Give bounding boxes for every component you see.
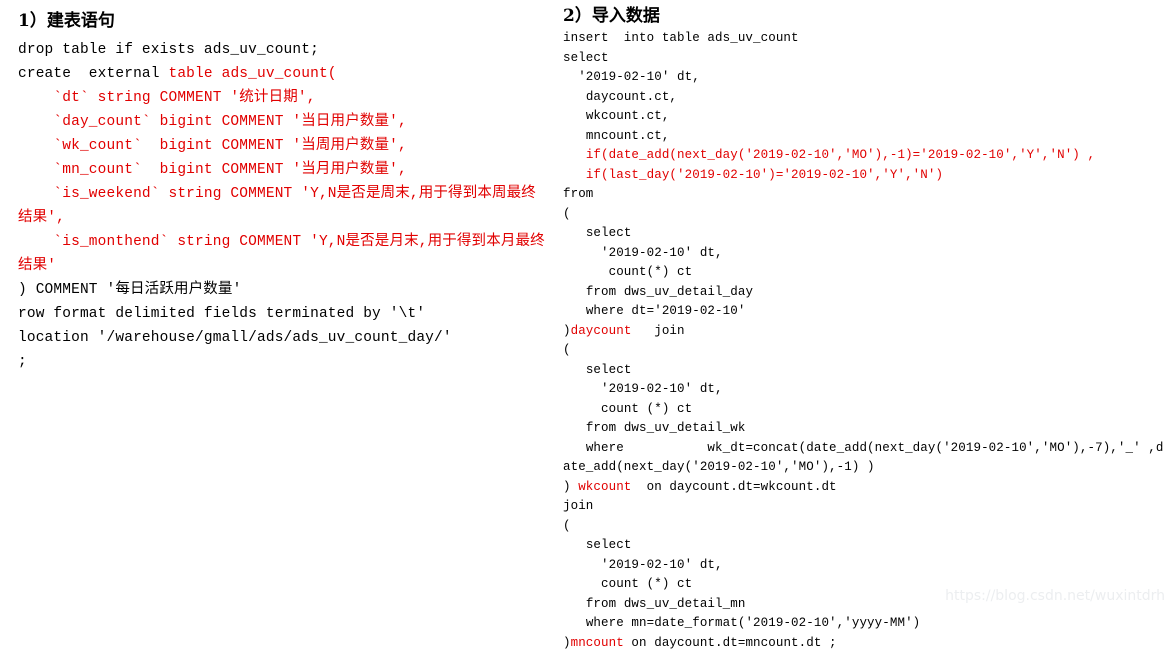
code-token-highlight: daycount [571,324,632,338]
code-token: on daycount.dt=wkcount.dt [631,480,836,494]
code-line: count (*) ct [563,400,1167,420]
code-line: where dt='2019-02-10' [563,302,1167,322]
insert-data-code-block: insert into table ads_uv_countselect '20… [560,29,1171,653]
code-line: `day_count` bigint COMMENT '当日用户数量', [18,110,549,134]
code-line: from [563,185,1167,205]
code-token: ( [563,207,571,221]
code-token-highlight: `dt` string COMMENT '统计日期', [18,90,316,106]
code-token: '2019-02-10' dt, [563,70,700,84]
code-token-highlight: `is_weekend` string COMMENT 'Y,N是否是周末,用于… [18,186,536,226]
code-token: where mn=date_format('2019-02-10','yyyy-… [563,616,920,630]
code-line: if(date_add(next_day('2019-02-10','MO'),… [563,146,1167,166]
code-line: where wk_dt=concat(date_add(next_day('20… [563,439,1167,478]
code-line: select [563,49,1167,69]
code-line: ( [563,205,1167,225]
code-token-highlight: wkcount [578,480,631,494]
code-token-highlight: `wk_count` bigint COMMENT '当周用户数量', [18,138,407,154]
code-comparison-page: 1）建表语句 drop table if exists ads_uv_count… [0,0,1171,609]
code-line: `is_weekend` string COMMENT 'Y,N是否是周末,用于… [18,182,549,230]
code-line: drop table if exists ads_uv_count; [18,38,549,62]
right-column: 2）导入数据 insert into table ads_uv_countsel… [560,0,1171,653]
code-token: ) [563,324,571,338]
code-token: ) [563,636,571,650]
code-line: ( [563,341,1167,361]
code-token: count (*) ct [563,577,692,591]
code-line: '2019-02-10' dt, [563,68,1167,88]
code-line: create external table ads_uv_count( [18,62,549,86]
code-token: create external [18,66,168,82]
code-token: ) COMMENT '每日活跃用户数量' [18,282,241,298]
code-line: )daycount join [563,322,1167,342]
code-line: `is_monthend` string COMMENT 'Y,N是否是月末,用… [18,230,549,278]
code-token: ; [18,354,27,370]
code-token: select [563,51,609,65]
code-token-highlight: `mn_count` bigint COMMENT '当月用户数量', [18,162,407,178]
code-token: ( [563,519,571,533]
code-line: row format delimited fields terminated b… [18,302,549,326]
code-line: '2019-02-10' dt, [563,556,1167,576]
code-line: join [563,497,1167,517]
code-token: count(*) ct [563,265,692,279]
code-line: ) wkcount on daycount.dt=wkcount.dt [563,478,1167,498]
code-line: '2019-02-10' dt, [563,244,1167,264]
code-token: select [563,226,631,240]
code-line: `mn_count` bigint COMMENT '当月用户数量', [18,158,549,182]
code-token: join [563,499,593,513]
code-line: ) COMMENT '每日活跃用户数量' [18,278,549,302]
code-token: from dws_uv_detail_day [563,285,753,299]
code-line: insert into table ads_uv_count [563,29,1167,49]
code-token-highlight: if(date_add(next_day('2019-02-10','MO'),… [563,148,1095,162]
code-token-highlight: if(last_day('2019-02-10')='2019-02-10','… [563,168,943,182]
create-table-code-block: drop table if exists ads_uv_count;create… [0,38,555,374]
code-line: )mncount on daycount.dt=mncount.dt ; [563,634,1167,653]
code-line: select [563,536,1167,556]
code-token: mncount.ct, [563,129,669,143]
code-line: from dws_uv_detail_wk [563,419,1167,439]
code-line: ( [563,517,1167,537]
code-token-highlight: table ads_uv_count( [168,66,336,82]
code-token: ) [563,480,578,494]
code-line: count(*) ct [563,263,1167,283]
code-token: daycount.ct, [563,90,677,104]
code-line: from dws_uv_detail_day [563,283,1167,303]
code-token: insert into table ads_uv_count [563,31,799,45]
code-token-highlight: `is_monthend` string COMMENT 'Y,N是否是月末,用… [18,234,545,274]
code-token: from [563,187,593,201]
code-token: where wk_dt=concat(date_add(next_day('20… [563,441,1164,475]
code-token: select [563,538,631,552]
code-token: '2019-02-10' dt, [563,558,723,572]
code-token: count (*) ct [563,402,692,416]
code-line: location '/warehouse/gmall/ads/ads_uv_co… [18,326,549,350]
code-line: where mn=date_format('2019-02-10','yyyy-… [563,614,1167,634]
csdn-watermark: https://blog.csdn.net/wuxintdrh [945,587,1165,605]
left-section-title: 1）建表语句 [0,0,555,38]
code-line: select [563,224,1167,244]
right-section-title: 2）导入数据 [560,0,1171,29]
code-token: ( [563,343,571,357]
code-token: join [631,324,684,338]
code-line: mncount.ct, [563,127,1167,147]
code-token: location '/warehouse/gmall/ads/ads_uv_co… [18,330,452,346]
code-token: row format delimited fields terminated b… [18,306,425,322]
code-line: '2019-02-10' dt, [563,380,1167,400]
code-token: where dt='2019-02-10' [563,304,745,318]
code-token: '2019-02-10' dt, [563,246,723,260]
code-token-highlight: `day_count` bigint COMMENT '当日用户数量', [18,114,407,130]
code-token: '2019-02-10' dt, [563,382,723,396]
code-token: from dws_uv_detail_wk [563,421,745,435]
code-line: `wk_count` bigint COMMENT '当周用户数量', [18,134,549,158]
code-token: on daycount.dt=mncount.dt ; [624,636,837,650]
code-line: wkcount.ct, [563,107,1167,127]
left-column: 1）建表语句 drop table if exists ads_uv_count… [0,0,555,374]
code-line: ; [18,350,549,374]
code-line: if(last_day('2019-02-10')='2019-02-10','… [563,166,1167,186]
code-line: `dt` string COMMENT '统计日期', [18,86,549,110]
code-token: select [563,363,631,377]
code-line: select [563,361,1167,381]
code-token: drop table if exists ads_uv_count; [18,42,319,58]
code-token: from dws_uv_detail_mn [563,597,745,611]
code-token: wkcount.ct, [563,109,669,123]
code-line: daycount.ct, [563,88,1167,108]
code-token-highlight: mncount [571,636,624,650]
